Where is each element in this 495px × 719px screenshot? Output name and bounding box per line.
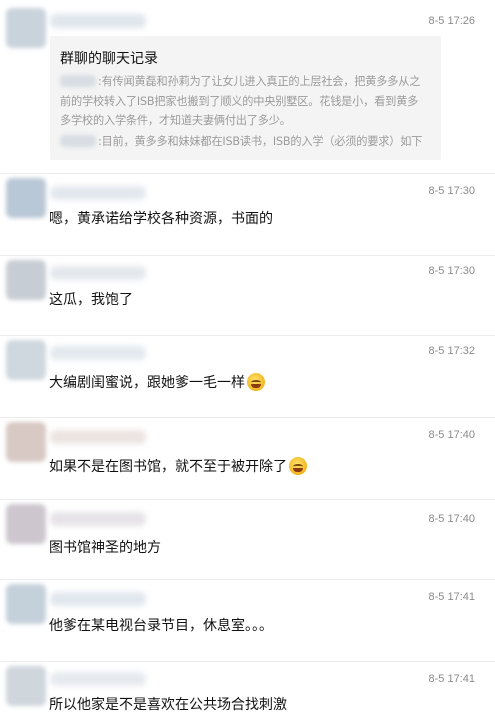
card-line: 多学校的入学条件，才知道夫妻俩付出了多少。 xyxy=(60,114,291,127)
sender-name xyxy=(50,672,146,686)
message-item[interactable]: 8-5 17:30 嗯，黄承诺给学校各种资源，书面的 xyxy=(0,174,495,256)
message-text: 嗯，黄承诺给学校各种资源，书面的 xyxy=(49,211,273,227)
message-time: 8-5 17:26 xyxy=(428,15,475,27)
message-time: 8-5 17:32 xyxy=(428,345,475,357)
sender-name xyxy=(50,14,146,28)
card-line: :目前，黄多多和妹妹都在ISB读书，ISB的入学（必须的要求）如下 xyxy=(60,133,422,149)
message-text: 图书馆神圣的地方 xyxy=(49,540,161,556)
card-line: 前的学校转入了ISB把家也搬到了顺义的中央别墅区。花钱是小，看到黄多 xyxy=(60,95,419,108)
card-line: :有传闻黄磊和孙莉为了让女儿进入真正的上层社会，把黄多多从之 xyxy=(60,73,420,89)
message-time: 8-5 17:41 xyxy=(428,591,475,603)
message-item[interactable]: 8-5 17:30 这瓜，我饱了 xyxy=(0,256,495,336)
sender-name xyxy=(50,186,146,200)
message-time: 8-5 17:40 xyxy=(428,429,475,441)
message-item[interactable]: 8-5 17:41 他爹在某电视台录节目，休息室。。。 xyxy=(0,580,495,662)
message-text: 大编剧闺蜜说，跟她爹一毛一样 xyxy=(49,372,265,392)
message-time: 8-5 17:30 xyxy=(428,185,475,197)
message-time: 8-5 17:40 xyxy=(428,513,475,525)
card-title: 群聊的聊天记录 xyxy=(60,51,158,67)
sender-name xyxy=(50,512,146,526)
message-item[interactable]: 8-5 17:40 如果不是在图书馆，就不至于被开除了 xyxy=(0,418,495,500)
avatar[interactable] xyxy=(6,666,46,706)
message-item[interactable]: 8-5 17:26 群聊的聊天记录 :有传闻黄磊和孙莉为了让女儿进入真正的上层社… xyxy=(0,0,495,174)
message-text: 这瓜，我饱了 xyxy=(49,292,133,308)
message-text: 他爹在某电视台录节目，休息室。。。 xyxy=(49,618,273,634)
avatar[interactable] xyxy=(6,504,46,544)
sender-name xyxy=(50,346,146,360)
sender-name xyxy=(50,430,146,444)
message-item[interactable]: 8-5 17:41 所以他家是不是喜欢在公共场合找刺激 xyxy=(0,662,495,719)
blurred-name xyxy=(60,75,96,87)
message-text: 所以他家是不是喜欢在公共场合找刺激 xyxy=(49,697,287,713)
grinning-sweat-emoji xyxy=(289,457,307,475)
card-line-text: :目前，黄多多和妹妹都在ISB读书，ISB的入学（必须的要求）如下 xyxy=(98,135,423,148)
chat-record-card[interactable]: 群聊的聊天记录 :有传闻黄磊和孙莉为了让女儿进入真正的上层社会，把黄多多从之 前… xyxy=(50,36,441,160)
avatar[interactable] xyxy=(6,8,46,48)
message-text: 如果不是在图书馆，就不至于被开除了 xyxy=(49,456,307,476)
message-item[interactable]: 8-5 17:32 大编剧闺蜜说，跟她爹一毛一样 xyxy=(0,336,495,418)
avatar[interactable] xyxy=(6,584,46,624)
avatar[interactable] xyxy=(6,422,46,462)
avatar[interactable] xyxy=(6,260,46,300)
grinning-sweat-emoji xyxy=(247,373,265,391)
avatar[interactable] xyxy=(6,340,46,380)
message-time: 8-5 17:41 xyxy=(428,673,475,685)
message-item[interactable]: 8-5 17:40 图书馆神圣的地方 xyxy=(0,500,495,580)
message-text-content: 如果不是在图书馆，就不至于被开除了 xyxy=(49,459,287,475)
message-time: 8-5 17:30 xyxy=(428,265,475,277)
sender-name xyxy=(50,266,146,280)
message-text-content: 大编剧闺蜜说，跟她爹一毛一样 xyxy=(49,375,245,391)
avatar[interactable] xyxy=(6,178,46,218)
card-line-text: :有传闻黄磊和孙莉为了让女儿进入真正的上层社会，把黄多多从之 xyxy=(98,75,421,88)
sender-name xyxy=(50,592,146,606)
blurred-name xyxy=(60,135,96,147)
